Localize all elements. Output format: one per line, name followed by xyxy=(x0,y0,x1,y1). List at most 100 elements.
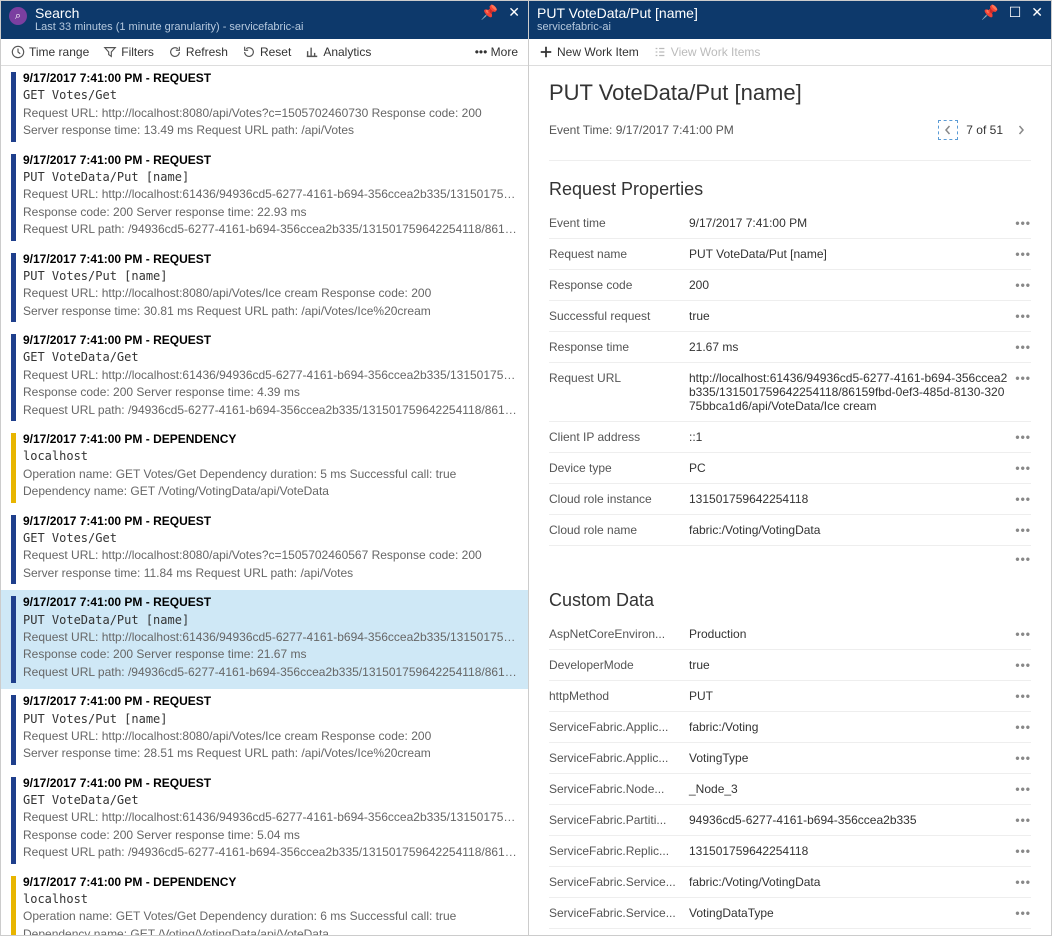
property-key: httpMethod xyxy=(549,689,689,703)
maximize-icon[interactable]: ☐ xyxy=(1009,5,1022,19)
entry-operation: PUT Votes/Put [name] xyxy=(23,711,528,728)
result-entry[interactable]: 9/17/2017 7:41:00 PM - REQUESTPUT VoteDa… xyxy=(1,590,528,689)
property-key: ServiceFabric.Service... xyxy=(549,906,689,920)
event-time-label: Event Time: 9/17/2017 7:41:00 PM xyxy=(549,123,734,137)
property-value: PUT xyxy=(689,689,1015,703)
entry-operation: localhost xyxy=(23,448,528,465)
result-entry[interactable]: 9/17/2017 7:41:00 PM - REQUESTGET Votes/… xyxy=(1,66,528,148)
property-actions-button[interactable]: ••• xyxy=(1015,247,1031,261)
property-actions-button[interactable]: ••• xyxy=(1015,875,1031,889)
property-actions-button[interactable]: ••• xyxy=(1015,751,1031,765)
property-actions-button[interactable]: ••• xyxy=(1015,309,1031,323)
entry-header: 9/17/2017 7:41:00 PM - DEPENDENCY xyxy=(23,874,528,891)
result-entry[interactable]: 9/17/2017 7:41:00 PM - REQUESTGET VoteDa… xyxy=(1,771,528,870)
property-value: ::1 xyxy=(689,430,1015,444)
result-entry[interactable]: 9/17/2017 7:41:00 PM - REQUESTGET Votes/… xyxy=(1,509,528,591)
property-value: 131501759642254118 xyxy=(689,844,1015,858)
entry-header: 9/17/2017 7:41:00 PM - REQUEST xyxy=(23,251,528,268)
property-value: PC xyxy=(689,461,1015,475)
entry-detail-line: Request URL: http://localhost:8080/api/V… xyxy=(23,285,528,302)
entry-header: 9/17/2017 7:41:00 PM - DEPENDENCY xyxy=(23,431,528,448)
property-actions-button[interactable]: ••• xyxy=(1015,906,1031,920)
property-value: true xyxy=(689,309,1015,323)
property-key: Cloud role instance xyxy=(549,492,689,506)
property-row: Response code200••• xyxy=(549,270,1031,301)
request-bar xyxy=(11,596,16,683)
pager-next-button[interactable] xyxy=(1011,120,1031,140)
time-range-button[interactable]: Time range xyxy=(11,45,89,59)
property-key: Event time xyxy=(549,216,689,230)
list-icon xyxy=(653,45,667,59)
result-entry[interactable]: 9/17/2017 7:41:00 PM - REQUESTPUT VoteDa… xyxy=(1,148,528,247)
property-value: true xyxy=(689,658,1015,672)
entry-detail-line: Response code: 200 Server response time:… xyxy=(23,646,528,663)
property-actions-button[interactable]: ••• xyxy=(1015,216,1031,230)
property-actions-button[interactable]: ••• xyxy=(1015,278,1031,292)
request-bar xyxy=(11,515,16,585)
property-row: ServiceFabric.Partiti...94936cd5-6277-41… xyxy=(549,805,1031,836)
entry-detail-line: Server response time: 30.81 ms Request U… xyxy=(23,303,528,320)
pager-prev-button[interactable] xyxy=(938,120,958,140)
request-bar xyxy=(11,695,16,765)
property-actions-button[interactable]: ••• xyxy=(1015,720,1031,734)
result-entry[interactable]: 9/17/2017 7:41:00 PM - REQUESTPUT Votes/… xyxy=(1,689,528,771)
property-row: Request URLhttp://localhost:61436/94936c… xyxy=(549,363,1031,422)
reset-button[interactable]: Reset xyxy=(242,45,291,59)
property-key: ServiceFabric.Applic... xyxy=(549,720,689,734)
result-entry[interactable]: 9/17/2017 7:41:00 PM - REQUESTPUT Votes/… xyxy=(1,247,528,329)
property-actions-button[interactable]: ••• xyxy=(1015,371,1031,385)
property-row: Client IP address::1••• xyxy=(549,422,1031,453)
pin-icon[interactable]: 📌 xyxy=(481,5,498,19)
more-button[interactable]: ••• More xyxy=(475,45,518,59)
entry-detail-line: Request URL: http://localhost:8080/api/V… xyxy=(23,728,528,745)
property-actions-button[interactable]: ••• xyxy=(1015,689,1031,703)
property-value: 200 xyxy=(689,278,1015,292)
filters-button[interactable]: Filters xyxy=(103,45,154,59)
entry-header: 9/17/2017 7:41:00 PM - REQUEST xyxy=(23,693,528,710)
property-row: ServiceFabric.Applic...fabric:/Voting••• xyxy=(549,712,1031,743)
result-entry[interactable]: 9/17/2017 7:41:00 PM - REQUESTGET VoteDa… xyxy=(1,328,528,427)
result-entry[interactable]: 9/17/2017 7:41:00 PM - DEPENDENCYlocalho… xyxy=(1,427,528,509)
refresh-button[interactable]: Refresh xyxy=(168,45,228,59)
property-actions-button[interactable]: ••• xyxy=(1015,658,1031,672)
property-key: ServiceFabric.Replic... xyxy=(549,844,689,858)
entry-detail-line: Dependency name: GET /Voting/VotingData/… xyxy=(23,926,528,935)
entry-detail-line: Request URL: http://localhost:61436/9493… xyxy=(23,186,528,203)
new-work-item-button[interactable]: New Work Item xyxy=(539,45,639,59)
analytics-button[interactable]: Analytics xyxy=(305,45,371,59)
clock-icon xyxy=(11,45,25,59)
entry-operation: PUT Votes/Put [name] xyxy=(23,268,528,285)
property-actions-button[interactable]: ••• xyxy=(1015,461,1031,475)
close-icon[interactable]: ✕ xyxy=(508,5,520,19)
property-actions-button[interactable]: ••• xyxy=(1015,340,1031,354)
request-bar xyxy=(11,253,16,323)
results-list[interactable]: 9/17/2017 7:41:00 PM - REQUESTGET Votes/… xyxy=(1,66,528,935)
entry-detail-line: Request URL: http://localhost:8080/api/V… xyxy=(23,547,528,564)
request-bar xyxy=(11,777,16,864)
property-actions-button[interactable]: ••• xyxy=(1015,813,1031,827)
result-entry[interactable]: 9/17/2017 7:41:00 PM - DEPENDENCYlocalho… xyxy=(1,870,528,935)
chevron-left-icon xyxy=(943,125,953,135)
analytics-icon xyxy=(305,45,319,59)
more-actions-button[interactable]: ••• xyxy=(549,546,1031,572)
pin-icon[interactable]: 📌 xyxy=(981,5,998,19)
property-row: Successful requesttrue••• xyxy=(549,301,1031,332)
pager-position: 7 of 51 xyxy=(966,123,1003,137)
entry-header: 9/17/2017 7:41:00 PM - REQUEST xyxy=(23,513,528,530)
property-actions-button[interactable]: ••• xyxy=(1015,523,1031,537)
entry-header: 9/17/2017 7:41:00 PM - REQUEST xyxy=(23,70,528,87)
entry-detail-line: Request URL path: /94936cd5-6277-4161-b6… xyxy=(23,402,528,419)
entry-detail-line: Request URL: http://localhost:8080/api/V… xyxy=(23,105,528,122)
property-actions-button[interactable]: ••• xyxy=(1015,782,1031,796)
property-actions-button[interactable]: ••• xyxy=(1015,492,1031,506)
property-value: fabric:/Voting xyxy=(689,720,1015,734)
close-icon[interactable]: ✕ xyxy=(1031,5,1043,19)
property-row: ServiceFabric.Applic...VotingType••• xyxy=(549,743,1031,774)
property-actions-button[interactable]: ••• xyxy=(1015,627,1031,641)
property-actions-button[interactable]: ••• xyxy=(1015,430,1031,444)
entry-detail-line: Request URL path: /94936cd5-6277-4161-b6… xyxy=(23,221,528,238)
property-actions-button[interactable]: ••• xyxy=(1015,844,1031,858)
property-key: Response code xyxy=(549,278,689,292)
plus-icon xyxy=(539,45,553,59)
entry-detail-line: Operation name: GET Votes/Get Dependency… xyxy=(23,908,528,925)
